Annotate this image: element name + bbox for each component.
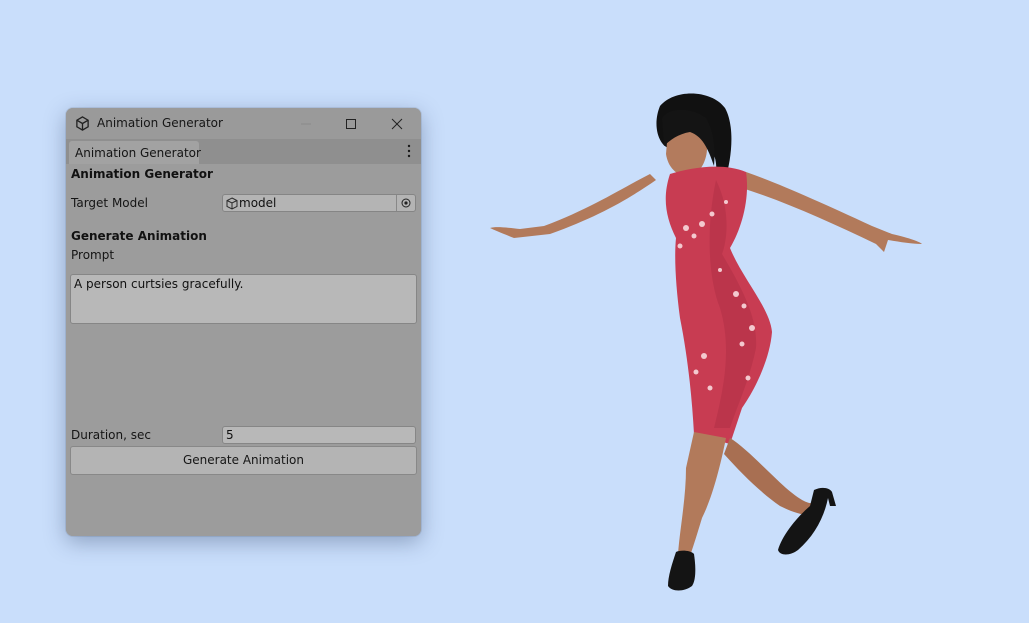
minimize-button[interactable] xyxy=(283,108,329,139)
duration-field[interactable]: 5 xyxy=(222,426,416,444)
object-picker-button[interactable] xyxy=(396,195,415,211)
window-title: Animation Generator xyxy=(97,116,223,130)
maximize-icon xyxy=(346,118,356,129)
unity-logo-icon xyxy=(76,116,89,131)
panel-header: Animation Generator xyxy=(71,167,213,181)
window-titlebar[interactable]: Animation Generator xyxy=(66,108,421,139)
target-model-value: model xyxy=(239,196,277,210)
desktop-scene: Animation Generator Animation Generator xyxy=(0,0,1029,623)
generate-animation-header: Generate Animation xyxy=(71,229,207,243)
panel-content: Animation Generator Target Model model G… xyxy=(66,164,421,536)
maximize-button[interactable] xyxy=(328,108,374,139)
target-model-field[interactable]: model xyxy=(222,194,416,212)
close-button[interactable] xyxy=(374,108,420,139)
object-picker-icon xyxy=(401,198,411,208)
left-leg xyxy=(678,432,726,556)
tab-strip: Animation Generator xyxy=(66,139,421,164)
right-leg xyxy=(724,438,822,515)
left-shoe xyxy=(668,550,696,591)
left-arm xyxy=(490,174,656,238)
close-icon xyxy=(391,118,403,129)
kebab-menu-icon[interactable] xyxy=(406,144,412,158)
animation-generator-window: Animation Generator Animation Generator xyxy=(66,108,421,536)
right-arm xyxy=(742,172,922,252)
tab-animation-generator[interactable]: Animation Generator xyxy=(69,141,201,164)
prompt-label: Prompt xyxy=(71,248,115,262)
prompt-textarea[interactable]: A person curtsies gracefully. xyxy=(70,274,417,324)
generate-animation-button[interactable]: Generate Animation xyxy=(70,446,417,475)
target-model-label: Target Model xyxy=(71,196,148,210)
duration-label: Duration, sec xyxy=(71,428,151,442)
character-figure xyxy=(490,93,922,591)
cube-icon xyxy=(226,197,238,210)
minimize-icon xyxy=(301,123,311,124)
